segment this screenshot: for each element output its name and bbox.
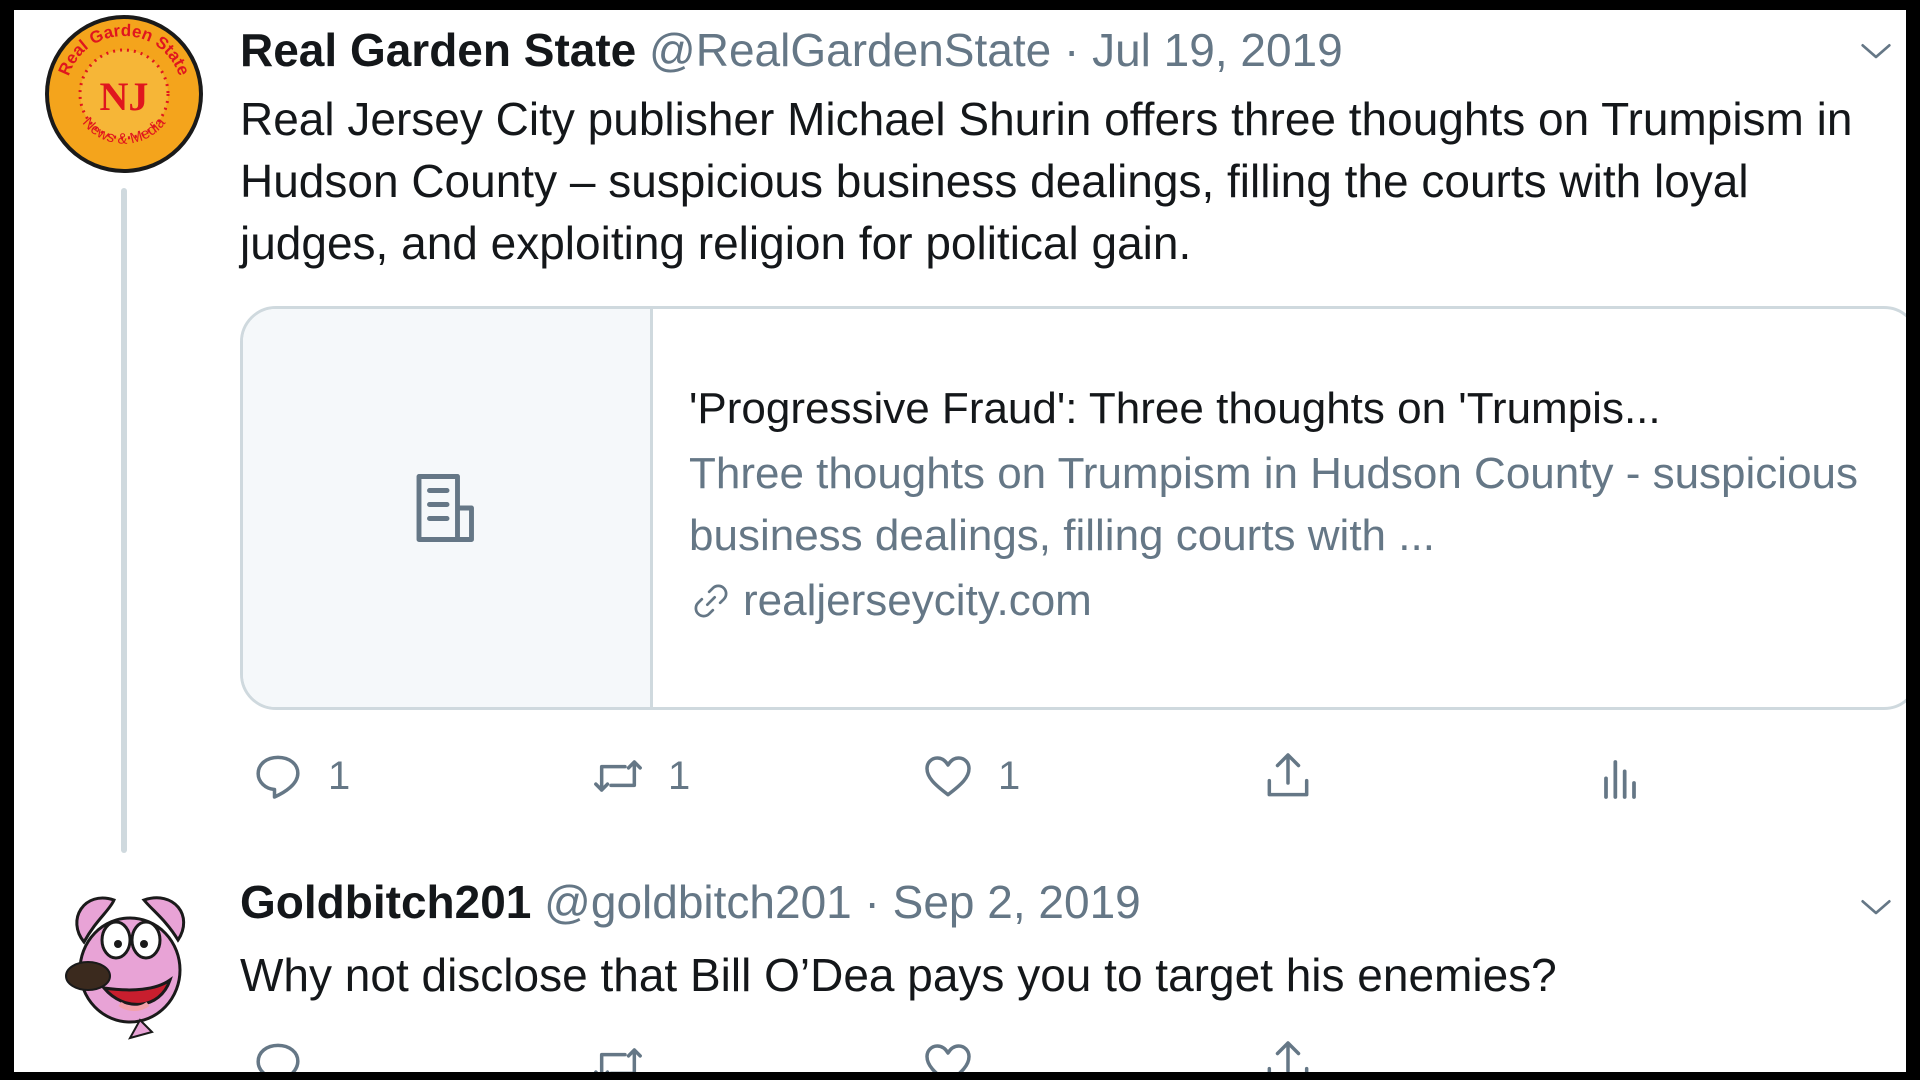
display-name[interactable]: Goldbitch201	[240, 876, 531, 928]
analytics-icon	[1604, 760, 1636, 799]
card-content: 'Progressive Fraud': Three thoughts on '…	[689, 379, 1889, 631]
retweet-count: 1	[668, 753, 691, 798]
separator-dot: ·	[1063, 24, 1080, 76]
avatar[interactable]	[44, 880, 204, 1040]
heart-icon	[925, 756, 971, 797]
screenshot-frame: Real Garden State News & Media NJ Real G…	[14, 10, 1906, 1072]
like-count: 1	[998, 753, 1021, 798]
display-name[interactable]: Real Garden State	[240, 24, 636, 76]
tweet-actions	[240, 1034, 1640, 1072]
garden-state-logo-icon: Real Garden State News & Media NJ	[45, 15, 203, 173]
heart-icon	[925, 1044, 971, 1072]
tweet-header: Goldbitch201 @goldbitch201 · Sep 2, 2019	[240, 874, 1141, 930]
link-icon	[694, 584, 728, 618]
chevron-down-icon[interactable]	[1856, 32, 1896, 72]
card-domain: realjerseycity.com	[689, 571, 1889, 631]
tweet-text: Why not disclose that Bill O’Dea pays yo…	[240, 949, 1557, 1001]
cartoon-dog-avatar-icon	[44, 880, 204, 1040]
card-title: 'Progressive Fraud': Three thoughts on '…	[689, 384, 1661, 433]
document-icon	[416, 474, 474, 542]
tweet-date[interactable]: Sep 2, 2019	[893, 876, 1141, 928]
card-description: Three thoughts on Trumpism in Hudson Cou…	[689, 449, 1859, 560]
retweet-button[interactable]	[590, 1034, 646, 1072]
share-icon	[1267, 1041, 1309, 1072]
user-handle[interactable]: @goldbitch201	[544, 876, 852, 928]
chevron-down-icon[interactable]	[1856, 888, 1896, 928]
share-button[interactable]	[1260, 1034, 1316, 1072]
tweet-reply[interactable]: Goldbitch201 @goldbitch201 · Sep 2, 2019…	[14, 858, 1906, 1072]
avatar[interactable]: Real Garden State News & Media NJ	[44, 14, 204, 174]
reply-button[interactable]	[250, 1034, 306, 1072]
user-handle[interactable]: @RealGardenState	[649, 24, 1051, 76]
retweet-icon	[594, 1048, 642, 1072]
tweet-date[interactable]: Jul 19, 2019	[1092, 24, 1343, 76]
analytics-button[interactable]	[1592, 746, 1648, 806]
thread-connector	[121, 188, 127, 853]
share-icon	[1267, 753, 1309, 797]
tweet-text: Real Jersey City publisher Michael Shuri…	[240, 93, 1853, 269]
card-domain-text: realjerseycity.com	[743, 576, 1092, 625]
like-button[interactable]	[920, 1034, 976, 1072]
tweet[interactable]: Real Garden State News & Media NJ Real G…	[14, 10, 1906, 858]
link-preview-card[interactable]: 'Progressive Fraud': Three thoughts on '…	[240, 306, 1906, 710]
card-thumbnail	[243, 309, 653, 707]
reply-button[interactable]: 1	[250, 746, 350, 806]
reply-icon	[256, 1043, 300, 1072]
share-button[interactable]	[1260, 746, 1316, 806]
retweet-button[interactable]: 1	[590, 746, 690, 806]
reply-count: 1	[328, 753, 351, 798]
retweet-icon	[594, 760, 642, 792]
separator-dot: ·	[864, 876, 880, 928]
reply-icon	[256, 755, 300, 799]
like-button[interactable]: 1	[920, 746, 1020, 806]
tweet-actions: 1 1 1	[240, 746, 1640, 806]
tweet-header: Real Garden State @RealGardenState · Jul…	[240, 22, 1343, 78]
logo-initials: NJ	[100, 74, 149, 119]
